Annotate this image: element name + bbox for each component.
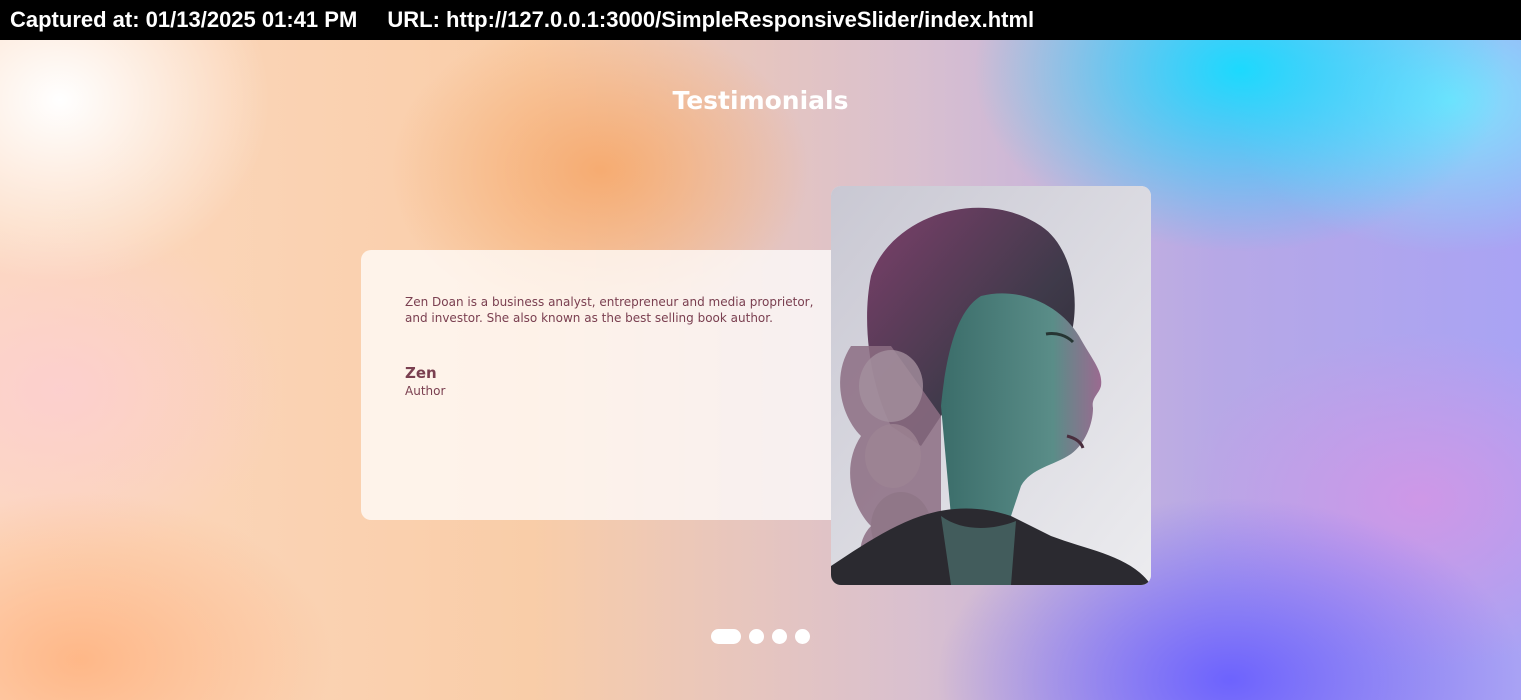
- person-name: Zen: [405, 364, 437, 382]
- section-title: Testimonials: [672, 86, 849, 115]
- captured-at-label: Captured at: 01/13/2025 01:41 PM: [10, 7, 358, 32]
- testimonial-photo: [831, 186, 1151, 585]
- capture-info-bar: Captured at: 01/13/2025 01:41 PM URL: ht…: [0, 0, 1521, 40]
- slider-pagination: [711, 628, 810, 644]
- person-role: Author: [405, 384, 446, 398]
- url-label: URL: http://127.0.0.1:3000/SimpleRespons…: [387, 7, 1035, 32]
- testimonial-quote: Zen Doan is a business analyst, entrepre…: [405, 295, 814, 325]
- slider-dot-1[interactable]: [711, 628, 741, 644]
- testimonial-card: Zen Doan is a business analyst, entrepre…: [361, 250, 881, 520]
- gradient-background: Testimonials Zen Doan is a business anal…: [0, 40, 1521, 700]
- slider-dot-3[interactable]: [772, 628, 787, 644]
- slider-dot-2[interactable]: [749, 628, 764, 644]
- portrait-image: [831, 186, 1151, 585]
- slider-dot-4[interactable]: [795, 628, 810, 644]
